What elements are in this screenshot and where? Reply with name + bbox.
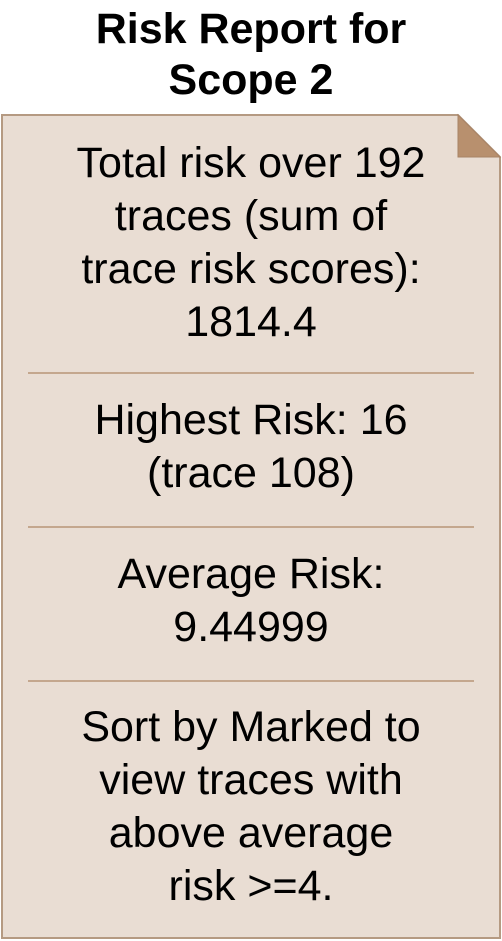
highest-risk-section: Highest Risk: 16 (trace 108): [30, 394, 472, 500]
average-risk-section: Average Risk: 9.44999: [30, 548, 472, 654]
highest-risk-line-1: Highest Risk: 16: [94, 396, 408, 444]
report-title-line-2: Scope 2: [168, 56, 334, 104]
total-risk-line-3: trace risk scores):: [81, 245, 421, 293]
sort-hint-line-1: Sort by Marked to: [81, 703, 421, 751]
total-risk-section: Total risk over 192 traces (sum of trace…: [30, 137, 472, 349]
sort-hint-line-3: above average: [108, 809, 394, 857]
average-risk-value: 9.44999: [173, 603, 329, 651]
report-title: Risk Report for Scope 2: [0, 4, 502, 106]
total-risk-value: 1814.4: [185, 298, 317, 346]
highest-risk-line-2: (trace 108): [147, 449, 355, 497]
sort-hint-line-2: view traces with: [99, 756, 403, 804]
average-risk-label: Average Risk:: [117, 550, 385, 598]
sort-hint-section: Sort by Marked to view traces with above…: [30, 701, 472, 913]
total-risk-line-1: Total risk over 192: [76, 139, 426, 187]
report-title-line-1: Risk Report for: [95, 5, 407, 53]
total-risk-line-2: traces (sum of: [114, 192, 388, 240]
sort-hint-line-4: risk >=4.: [168, 862, 334, 910]
